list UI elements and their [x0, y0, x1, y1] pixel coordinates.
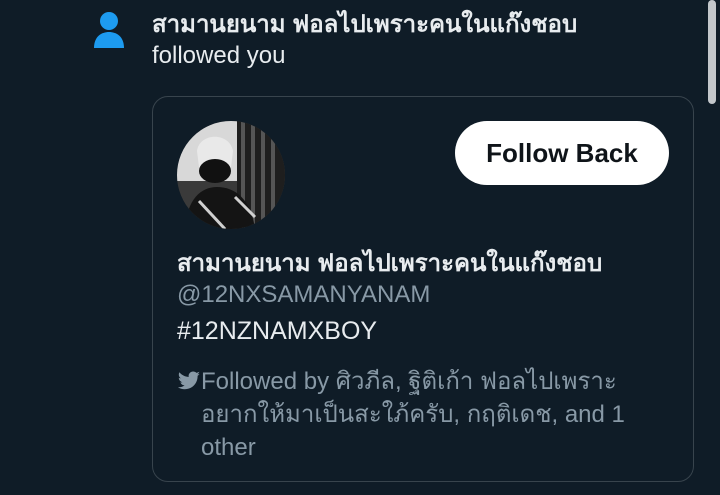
bird-icon [177, 371, 200, 390]
avatar-image [177, 121, 285, 229]
follow-back-button[interactable]: Follow Back [455, 121, 669, 185]
notification-action-text: followed you [152, 42, 286, 69]
user-handle: @12NXSAMANYANAM [177, 281, 431, 308]
follower-name-link[interactable]: สามานยนาม ฟอลไปเพราะคนในแก๊งชอบ [152, 4, 577, 43]
followed-by-text[interactable]: Followed by ศิวภีล, ฐิติเก้า ฟอลไปเพราะอ… [201, 365, 667, 464]
scrollbar[interactable] [708, 0, 716, 104]
person-icon [94, 12, 124, 48]
display-name[interactable]: สามานยนาม ฟอลไปเพราะคนในแก๊งชอบ [177, 243, 602, 282]
user-card[interactable]: Follow Back สามานยนาม ฟอลไปเพราะคนในแก๊ง… [152, 96, 694, 482]
user-bio: #12NZNAMXBOY [177, 317, 378, 345]
followed-by-row: Followed by ศิวภีล, ฐิติเก้า ฟอลไปเพราะอ… [177, 365, 667, 464]
profile-avatar[interactable] [177, 121, 285, 229]
